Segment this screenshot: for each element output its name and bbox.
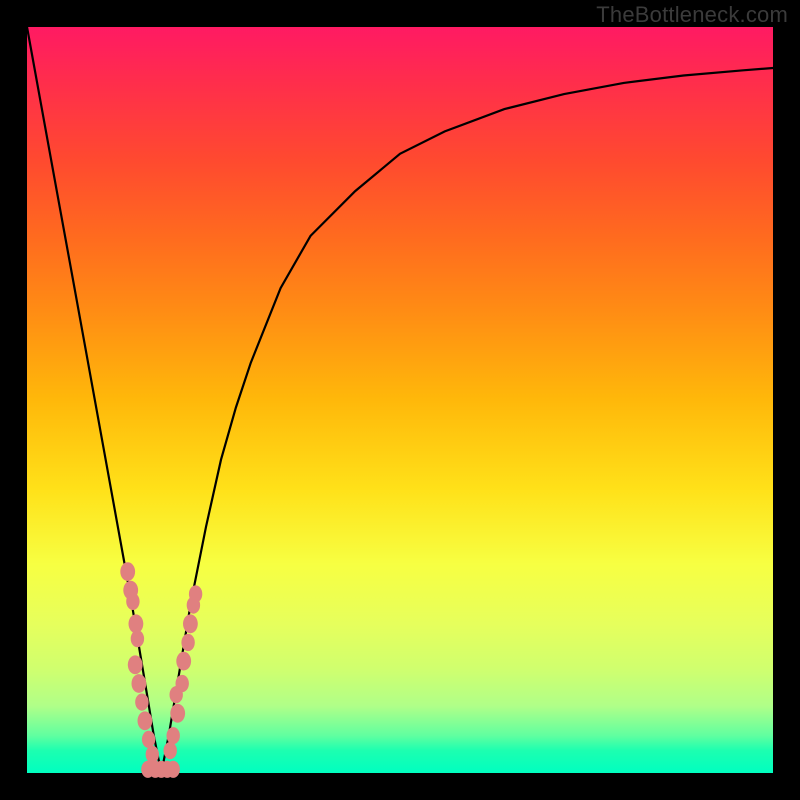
chart-plot-area [27,27,773,773]
marker-dot [167,727,180,744]
marker-dot [128,655,143,674]
marker-dot [167,761,180,778]
marker-dot [176,675,189,692]
sample-points [120,562,202,778]
marker-dot [120,562,135,581]
marker-dot [126,593,139,610]
marker-dot [138,711,153,730]
marker-dot [146,746,159,763]
marker-dot [189,585,202,602]
marker-dot [176,652,191,671]
chart-overlay [27,27,773,773]
marker-dot [181,634,194,651]
marker-dot [135,694,148,711]
watermark-text: TheBottleneck.com [596,2,788,28]
marker-dot [183,614,198,633]
marker-dot [164,742,177,759]
marker-dot [170,704,185,723]
marker-dot [142,731,155,748]
chart-frame: TheBottleneck.com [0,0,800,800]
marker-dot [132,674,147,693]
marker-dot [131,630,144,647]
